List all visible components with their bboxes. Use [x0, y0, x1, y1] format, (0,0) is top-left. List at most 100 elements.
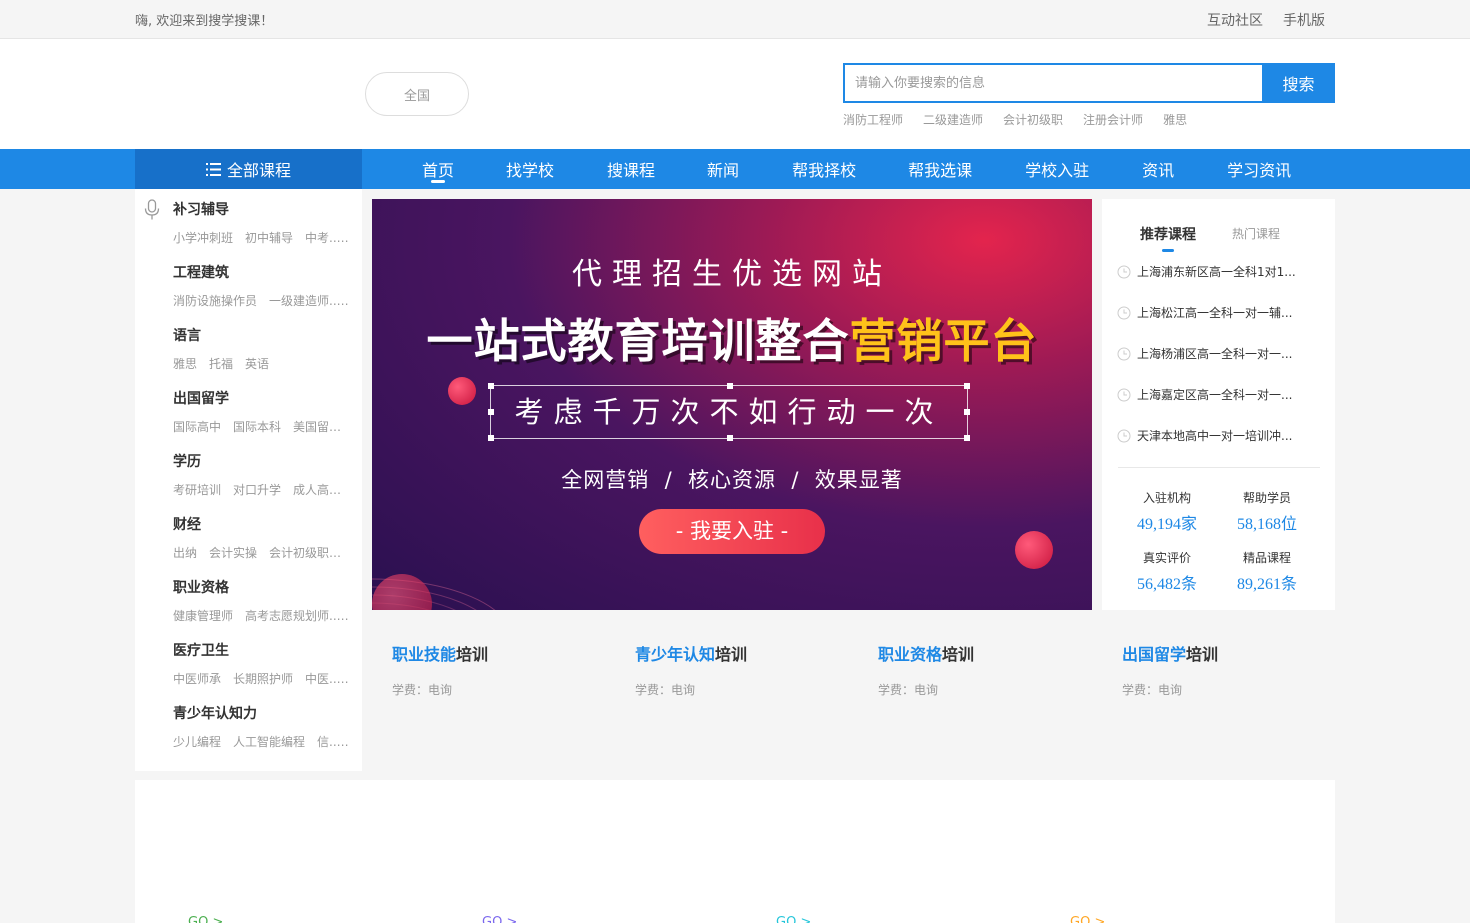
category-sub-link[interactable]: 消防设施操作员 [173, 294, 269, 308]
hot-word-link[interactable]: 会计初级职 [1003, 111, 1063, 128]
category-sub-link[interactable]: 初中辅导 [245, 231, 305, 245]
recommend-item[interactable]: 上海杨浦区高一全科一对一... [1117, 345, 1317, 362]
recommend-item[interactable]: 上海浦东新区高一全科1对1... [1117, 263, 1317, 280]
top-bar: 嗨, 欢迎来到搜学搜课！ 互动社区 手机版 [0, 0, 1470, 39]
category-title[interactable]: 语言 [173, 325, 201, 345]
category-sub-link[interactable]: 中考... [305, 231, 351, 245]
category-title[interactable]: 青少年认知力 [173, 703, 257, 723]
category-sub-link[interactable]: 考研培训 [173, 483, 233, 497]
go-link[interactable]: GO > [1070, 915, 1105, 923]
clock-icon [1117, 347, 1131, 360]
search-input[interactable] [843, 63, 1262, 103]
stat-block: 帮助学员 58,168位 [1217, 489, 1317, 534]
training-card[interactable]: 职业技能培训 学费：电询 [392, 641, 612, 698]
category-sub-link[interactable]: 出纳 [173, 546, 209, 560]
recommend-item[interactable]: 上海嘉定区高一全科一对一... [1117, 386, 1317, 403]
orb-decoration [1015, 531, 1053, 569]
category-sub-link[interactable]: 会计初级职称 [269, 546, 351, 560]
divider [1118, 467, 1320, 468]
category-subs: 出纳 会计实操 会计初级职称 [173, 544, 351, 561]
category-subs: 小学冲刺班 初中辅导 中考... [173, 229, 351, 246]
nav-item-choose-school[interactable]: 帮我择校 [792, 149, 856, 189]
go-link[interactable]: GO > [482, 915, 517, 923]
promo-banner[interactable]: 代理招生优选网站 一站式教育培训整合营销平台 考虑千万次不如行动一次 全网营销 … [372, 199, 1092, 610]
category-sub-link[interactable]: 中医... [305, 672, 351, 686]
search-box: 搜索 [843, 63, 1335, 103]
category-title[interactable]: 医疗卫生 [173, 640, 229, 660]
recommend-item[interactable]: 天津本地高中一对一培训冲... [1117, 427, 1317, 444]
community-link[interactable]: 互动社区 [1207, 10, 1263, 30]
category-sub-link[interactable]: 信... [317, 735, 351, 749]
training-card[interactable]: 职业资格培训 学费：电询 [878, 641, 1098, 698]
category-subs: 雅思 托福 英语 [173, 355, 351, 372]
tab-recommended[interactable]: 推荐课程 [1140, 224, 1196, 252]
nav-item-choose-course[interactable]: 帮我选课 [908, 149, 972, 189]
category-sub-link[interactable]: 高考志愿规划师... [245, 609, 351, 623]
hot-word-link[interactable]: 注册会计师 [1083, 111, 1143, 128]
category-sub-link[interactable]: 成人高考 [293, 483, 351, 497]
region-selector[interactable]: 全国 [365, 72, 469, 116]
category-sub-link[interactable]: 国际本科 [233, 420, 293, 434]
join-button[interactable]: - 我要入驻 - [639, 509, 825, 554]
nav-item-school-join[interactable]: 学校入驻 [1025, 149, 1089, 189]
nav-item-find-school[interactable]: 找学校 [506, 149, 554, 189]
category-subs: 考研培训 对口升学 成人高考 [173, 481, 351, 498]
mobile-link[interactable]: 手机版 [1283, 10, 1325, 30]
category-group: 青少年认知力 少儿编程 人工智能编程 信... [135, 693, 362, 756]
category-sub-link[interactable]: 人工智能编程 [233, 735, 317, 749]
category-group: 医疗卫生 中医师承 长期照护师 中医... [135, 630, 362, 693]
training-fee: 学费：电询 [635, 683, 696, 697]
header: 全国 搜索 消防工程师 二级建造师 会计初级职 注册会计师 雅思 [0, 39, 1470, 149]
category-sub-link[interactable]: 小学冲刺班 [173, 231, 245, 245]
category-title[interactable]: 补习辅导 [173, 199, 229, 219]
category-title[interactable]: 财经 [173, 514, 201, 534]
category-sub-link[interactable]: 中医师承 [173, 672, 233, 686]
nav-menu: 首页 找学校 搜课程 新闻 帮我择校 帮我选课 学校入驻 资讯 学习资讯 [362, 149, 1291, 189]
hot-word-link[interactable]: 消防工程师 [843, 111, 903, 128]
training-card[interactable]: 青少年认知培训 学费：电询 [635, 641, 855, 698]
hot-word-link[interactable]: 二级建造师 [923, 111, 983, 128]
category-title[interactable]: 职业资格 [173, 577, 229, 597]
stat-label: 入驻机构 [1142, 491, 1191, 505]
banner-headline: 一站式教育培训整合营销平台 [426, 314, 1038, 368]
category-sub-link[interactable]: 少儿编程 [173, 735, 233, 749]
category-sub-link[interactable]: 托福 [209, 357, 245, 371]
category-title[interactable]: 出国留学 [173, 388, 229, 408]
search-button[interactable]: 搜索 [1262, 63, 1335, 103]
category-title[interactable]: 学历 [173, 451, 201, 471]
nav-item-search-course[interactable]: 搜课程 [607, 149, 655, 189]
category-group: 财经 出纳 会计实操 会计初级职称 [135, 504, 362, 567]
category-sub-link[interactable]: 国际高中 [173, 420, 233, 434]
tab-hot[interactable]: 热门课程 [1232, 224, 1280, 244]
stat-value: 49,194家 [1136, 516, 1197, 533]
go-link[interactable]: GO > [188, 915, 223, 923]
category-sub-link[interactable]: 会计实操 [209, 546, 269, 560]
nav-item-home[interactable]: 首页 [422, 149, 454, 189]
top-links: 互动社区 手机版 [1207, 10, 1325, 30]
banner-slogan: 考虑千万次不如行动一次 [514, 395, 944, 429]
category-sub-link[interactable]: 健康管理师 [173, 609, 245, 623]
hot-word-link[interactable]: 雅思 [1163, 111, 1187, 128]
category-title[interactable]: 工程建筑 [173, 262, 229, 282]
category-sub-link[interactable]: 美国留学 [293, 420, 351, 434]
category-sub-link[interactable]: 一级建造师... [269, 294, 351, 308]
stat-label: 真实评价 [1142, 551, 1191, 565]
nav-item-study-info[interactable]: 学习资讯 [1227, 149, 1291, 189]
category-subs: 消防设施操作员 一级建造师... [173, 292, 351, 309]
stat-block: 真实评价 56,482条 [1117, 549, 1217, 594]
stat-label: 精品课程 [1242, 551, 1291, 565]
category-sub-link[interactable]: 对口升学 [233, 483, 293, 497]
category-group: 语言 雅思 托福 英语 [135, 315, 362, 378]
recommend-item[interactable]: 上海松江高一全科一对一辅... [1117, 304, 1317, 321]
go-link[interactable]: GO > [776, 915, 811, 923]
nav-item-info[interactable]: 资讯 [1142, 149, 1174, 189]
category-group: 出国留学 国际高中 国际本科 美国留学 [135, 378, 362, 441]
stat-block: 入驻机构 49,194家 [1117, 489, 1217, 534]
recommend-item-title: 上海嘉定区高一全科一对一... [1137, 388, 1293, 402]
category-sub-link[interactable]: 英语 [245, 357, 281, 371]
training-card[interactable]: 出国留学培训 学费：电询 [1122, 641, 1342, 698]
all-courses-button[interactable]: 全部课程 [135, 149, 362, 189]
nav-item-news[interactable]: 新闻 [707, 149, 739, 189]
category-sub-link[interactable]: 雅思 [173, 357, 209, 371]
category-sub-link[interactable]: 长期照护师 [233, 672, 305, 686]
